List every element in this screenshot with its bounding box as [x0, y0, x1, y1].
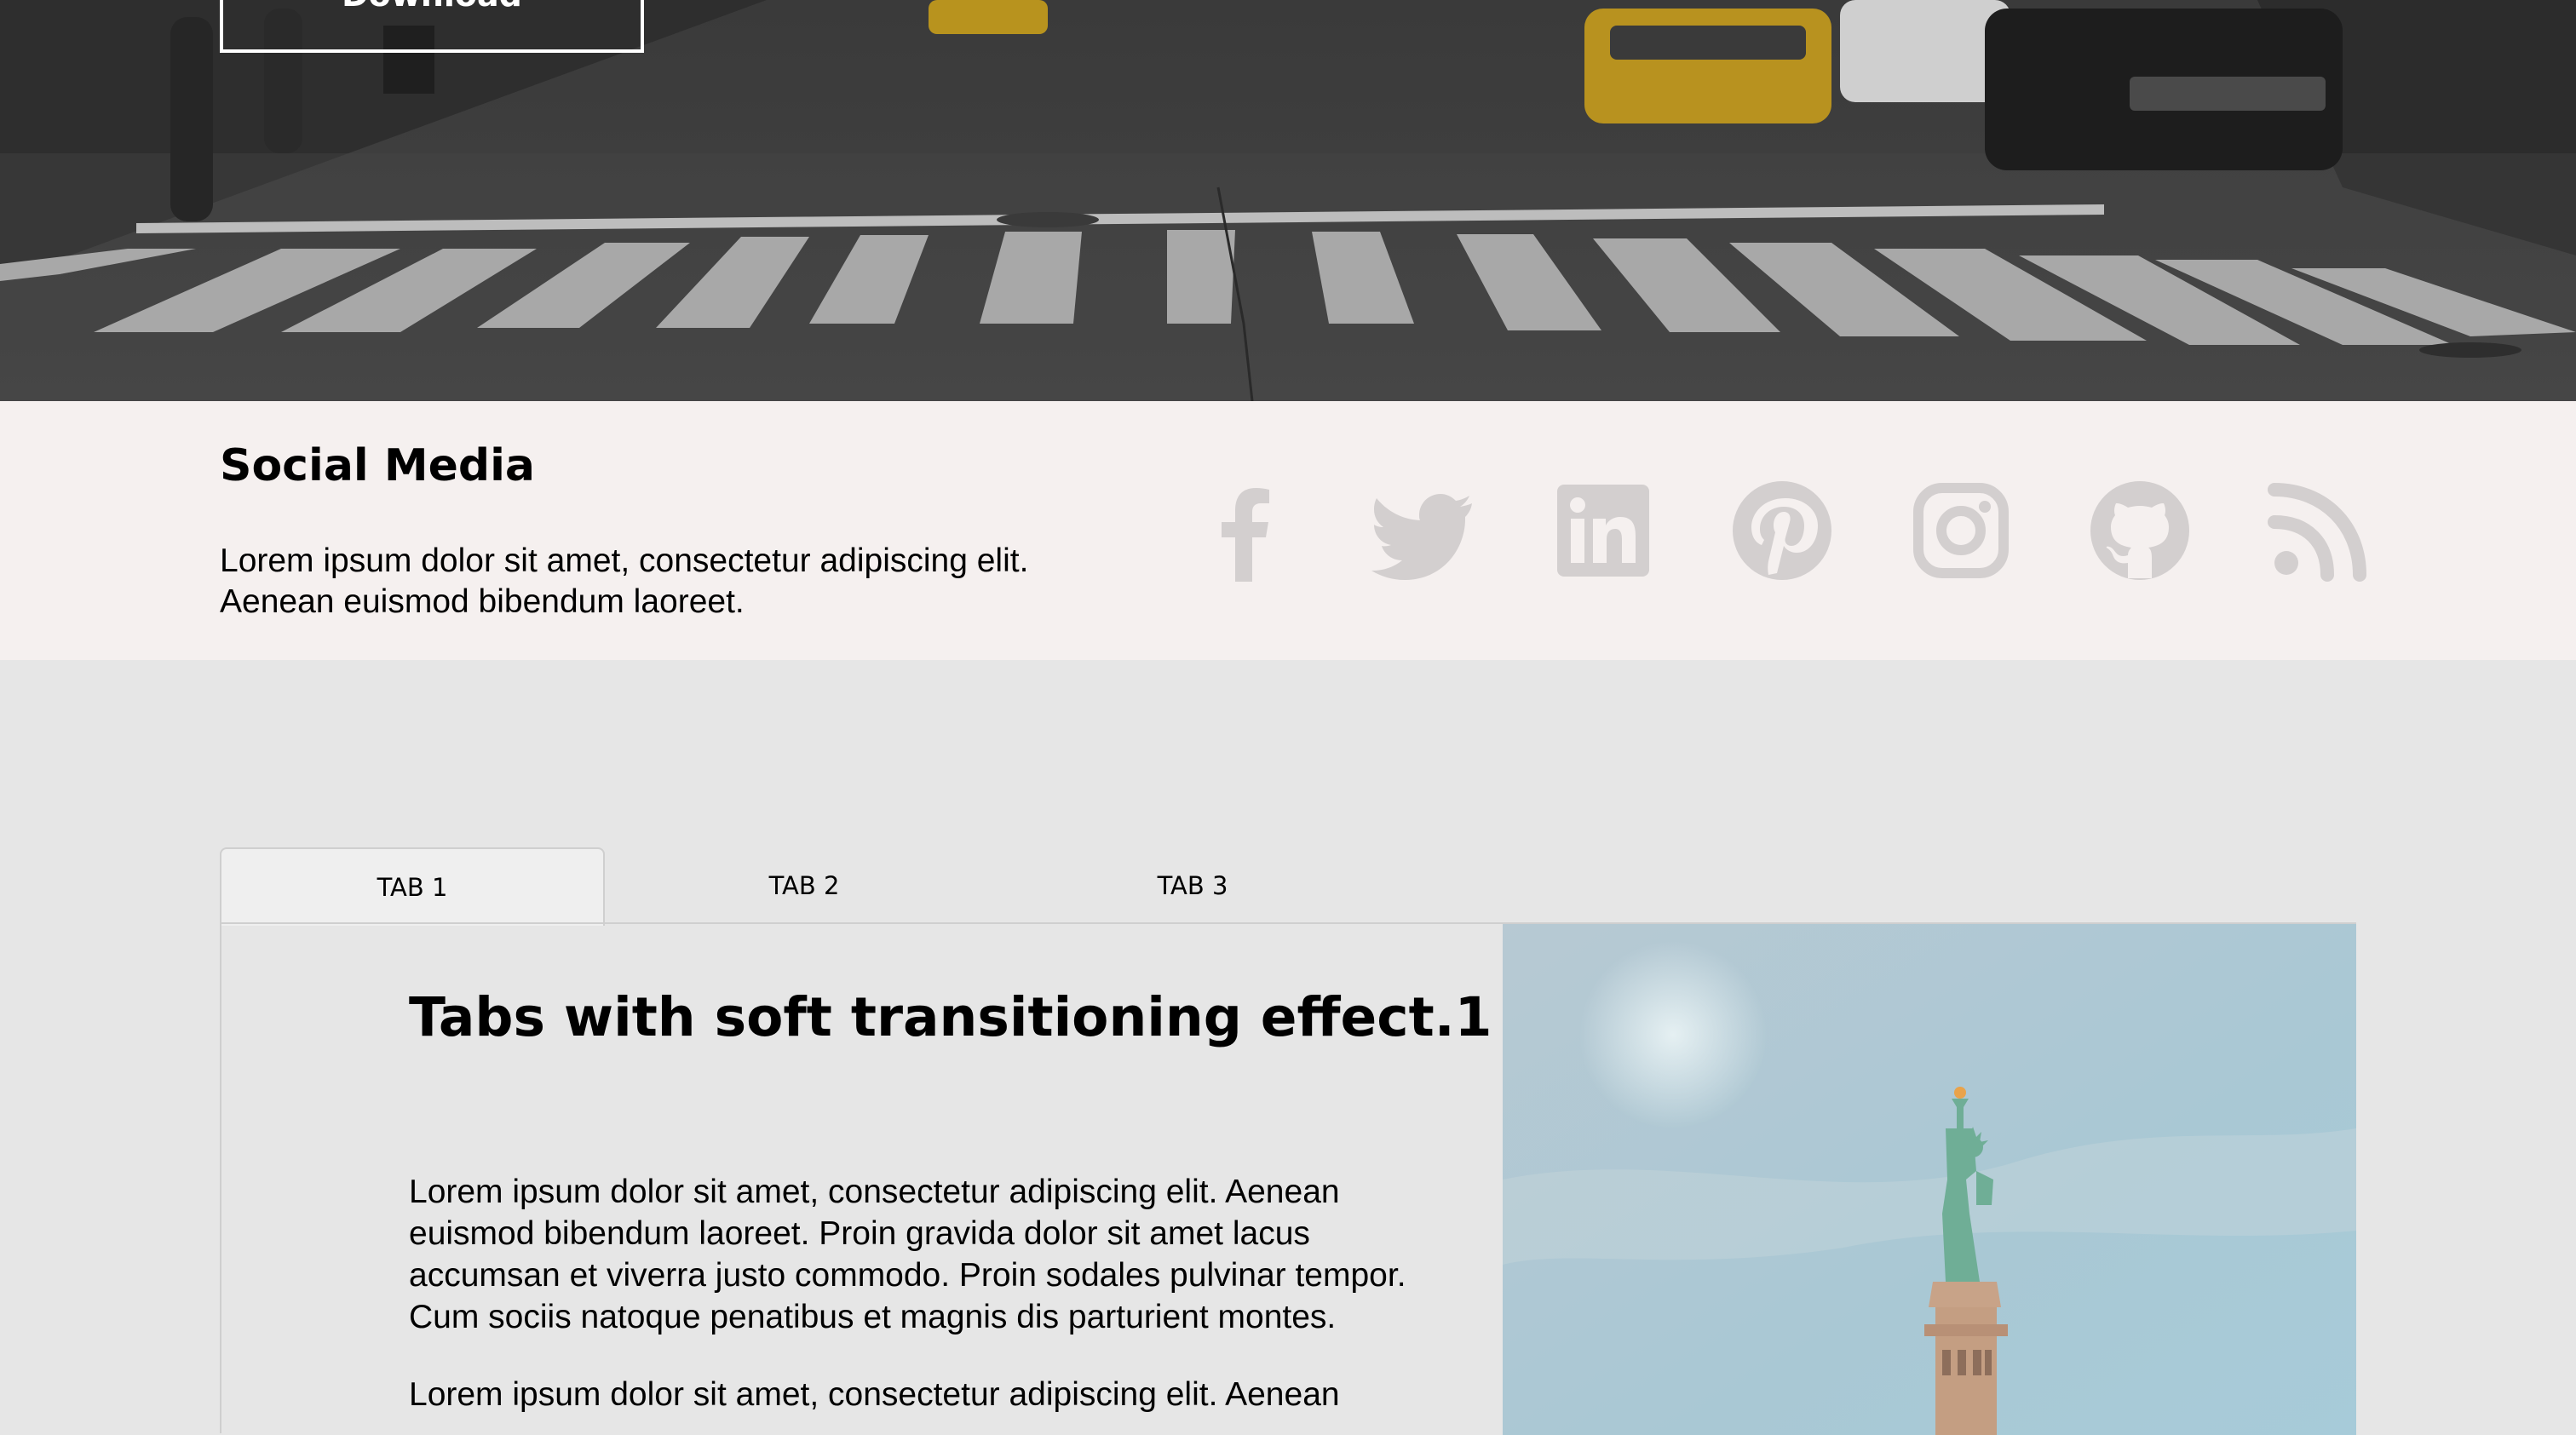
social-media-description: Lorem ipsum dolor sit amet, consectetur …	[220, 542, 1029, 620]
github-icon[interactable]	[2087, 478, 2193, 583]
facebook-icon[interactable]	[1193, 478, 1298, 583]
instagram-icon[interactable]	[1908, 478, 2014, 583]
tab-panel-heading: Tabs with soft transitioning effect.1	[409, 986, 1492, 1048]
linkedin-icon[interactable]	[1550, 478, 1656, 583]
tab-panel-paragraph: Lorem ipsum dolor sit amet, consectetur …	[409, 1174, 1406, 1335]
tab-2[interactable]: TAB 2	[612, 847, 997, 924]
pinterest-icon[interactable]	[1729, 478, 1835, 583]
tab-3[interactable]: TAB 3	[1000, 847, 1385, 924]
hero-banner: Download	[0, 0, 2576, 401]
download-button[interactable]: Download	[220, 0, 644, 53]
street-crosswalk-photo	[0, 0, 2576, 401]
rss-icon[interactable]	[2266, 478, 2372, 583]
statue-of-liberty-image	[1503, 924, 2356, 1435]
social-icons-row	[1193, 478, 2368, 583]
tab-1[interactable]: TAB 1	[220, 847, 605, 926]
social-media-title: Social Media	[220, 440, 535, 491]
social-media-section: Social Media Lorem ipsum dolor sit amet,…	[0, 401, 2576, 660]
tab-panel: Tabs with soft transitioning effect.1 Lo…	[220, 922, 2356, 1435]
twitter-icon[interactable]	[1371, 478, 1477, 583]
tab-panel-paragraph-2: Lorem ipsum dolor sit amet, consectetur …	[409, 1376, 1340, 1413]
